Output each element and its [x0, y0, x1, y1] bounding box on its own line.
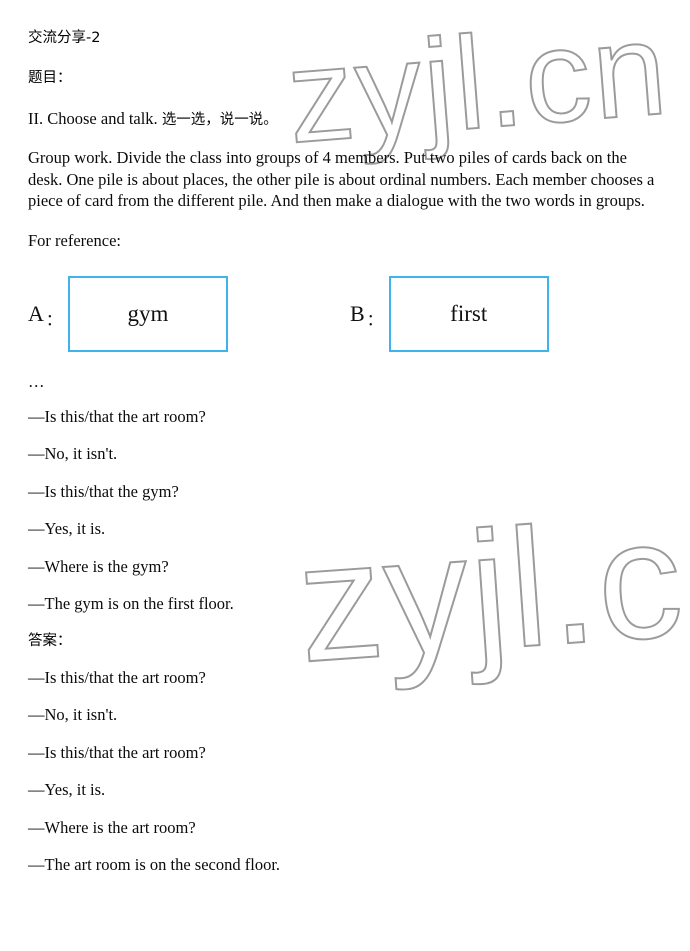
ellipsis-line: …	[28, 371, 47, 391]
dialogue-line: —No, it isn't.	[28, 705, 118, 724]
dialogue-line: —Is this/that the gym?	[28, 481, 179, 501]
card-colon-b: ：	[366, 311, 383, 329]
instruction-en-part: II. Choose and talk.	[28, 109, 162, 128]
card-letter-a: A	[28, 300, 44, 326]
dialogue-line: —Yes, it is.	[28, 519, 106, 538]
document-content: 交流分享-2 题目： II. Choose and talk. 选一选，说一说。…	[28, 28, 664, 892]
dialogue-line: —The gym is on the first floor.	[28, 594, 234, 613]
dialogue-line: —Is this/that the art room?	[28, 667, 206, 687]
card-row: A ： gym B ： first	[28, 275, 664, 362]
card-word-first: first	[450, 300, 488, 326]
card-group-a: A ： gym	[28, 275, 228, 352]
card-box-b[interactable]: first	[388, 275, 549, 352]
card-letter-b: B	[350, 300, 365, 326]
prompt-label: 题目：	[28, 70, 72, 86]
dialogue-line: —Yes, it is.	[28, 780, 106, 799]
dialogue-line: —Is this/that the art room?	[28, 742, 206, 762]
dialogue-line: —Where is the art room?	[28, 817, 196, 837]
document-page: zyjl.cn zyjl.cn 交流分享-2 题目： II. Choose an…	[0, 0, 690, 951]
reference-dialogue-list: —Is this/that the art room? —No, it isn'…	[28, 406, 664, 615]
answer-dialogue-list: —Is this/that the art room? —No, it isn'…	[28, 667, 664, 876]
dialogue-line: —The art room is on the second floor.	[28, 855, 281, 874]
card-group-b: B ： first	[350, 275, 549, 352]
body-paragraph: Group work. Divide the class into groups…	[28, 148, 655, 210]
card-colon-a: ：	[45, 311, 62, 329]
instruction-line: II. Choose and talk. 选一选，说一说。	[28, 108, 664, 131]
answer-label: 答案：	[28, 632, 72, 649]
instruction-cn-part: 选一选，说一说。	[161, 112, 278, 128]
dialogue-line: —Where is the gym?	[28, 556, 169, 576]
page-title: 交流分享-2	[28, 30, 101, 46]
dialogue-line: —No, it isn't.	[28, 444, 118, 463]
card-word-gym: gym	[127, 300, 169, 326]
reference-label: For reference:	[28, 230, 121, 250]
card-box-a[interactable]: gym	[67, 275, 228, 352]
dialogue-line: —Is this/that the art room?	[28, 406, 206, 426]
